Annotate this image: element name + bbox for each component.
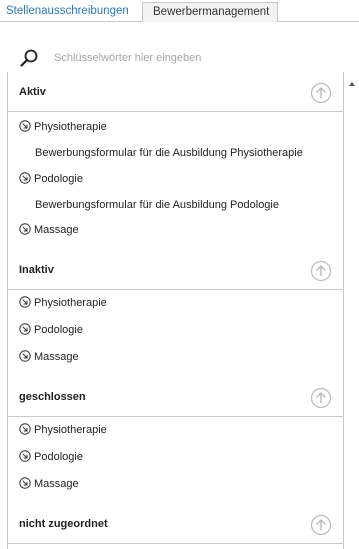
- collapse-up-icon[interactable]: [310, 387, 332, 409]
- arrow-down-right-icon: [19, 296, 31, 308]
- list-item-label: Massage: [34, 224, 79, 236]
- scrollbar[interactable]: [344, 72, 359, 549]
- section-title: nicht zugeordnet: [19, 518, 108, 530]
- section-title: Inaktiv: [19, 264, 54, 276]
- search-icon[interactable]: [19, 48, 39, 68]
- arrow-down-right-icon: [19, 450, 31, 462]
- job-list: Aktiv Physiotherapie Bewerbungsformular …: [7, 72, 344, 549]
- list-item-label: Massage: [34, 478, 79, 490]
- search-input[interactable]: [54, 48, 314, 68]
- arrow-down-right-icon: [19, 350, 31, 362]
- tab-bewerbermanagement[interactable]: Bewerbermanagement: [142, 2, 278, 22]
- arrow-down-right-icon: [19, 172, 31, 184]
- list-item-label: Podologie: [34, 451, 83, 463]
- collapse-up-icon[interactable]: [310, 514, 332, 536]
- list-item[interactable]: Podologie: [19, 322, 83, 340]
- list-item-label: Massage: [34, 351, 79, 363]
- list-sub-item[interactable]: Bewerbungsformular für die Ausbildung Ph…: [35, 145, 303, 163]
- arrow-down-right-icon: [19, 120, 31, 132]
- list-item[interactable]: Physiotherapie: [19, 295, 107, 313]
- list-item-label: Podologie: [34, 324, 83, 336]
- tab-bar: Stellenausschreibungen Bewerbermanagemen…: [0, 0, 359, 22]
- collapse-up-icon[interactable]: [310, 82, 332, 104]
- section-header-geschlossen[interactable]: geschlossen: [8, 377, 343, 417]
- arrow-down-right-icon: [19, 423, 31, 435]
- arrow-down-right-icon: [19, 477, 31, 489]
- collapse-up-icon[interactable]: [310, 260, 332, 282]
- list-item-label: Physiotherapie: [34, 424, 107, 436]
- list-item[interactable]: Physiotherapie: [19, 119, 107, 137]
- list-item[interactable]: Podologie: [19, 171, 83, 189]
- list-item-label: Physiotherapie: [34, 121, 107, 133]
- section-title: geschlossen: [19, 391, 86, 403]
- section-header-inaktiv[interactable]: Inaktiv: [8, 250, 343, 290]
- list-item[interactable]: Physiotherapie: [19, 422, 107, 440]
- list-item[interactable]: Massage: [19, 349, 79, 367]
- list-item[interactable]: Podologie: [19, 449, 83, 467]
- list-item[interactable]: Massage: [19, 222, 79, 240]
- list-item-label: Podologie: [34, 173, 83, 185]
- tab-stellenausschreibungen[interactable]: Stellenausschreibungen: [4, 4, 131, 21]
- section-header-aktiv[interactable]: Aktiv: [8, 72, 343, 112]
- arrow-down-right-icon: [19, 223, 31, 235]
- section-header-nicht-zugeordnet[interactable]: nicht zugeordnet: [8, 504, 343, 544]
- list-item[interactable]: Massage: [19, 476, 79, 494]
- arrow-down-right-icon: [19, 323, 31, 335]
- scroll-up-arrow-icon[interactable]: [349, 82, 355, 86]
- section-title: Aktiv: [19, 86, 46, 98]
- search-bar: [0, 40, 359, 74]
- list-sub-item[interactable]: Bewerbungsformular für die Ausbildung Po…: [35, 197, 279, 215]
- list-item-label: Physiotherapie: [34, 297, 107, 309]
